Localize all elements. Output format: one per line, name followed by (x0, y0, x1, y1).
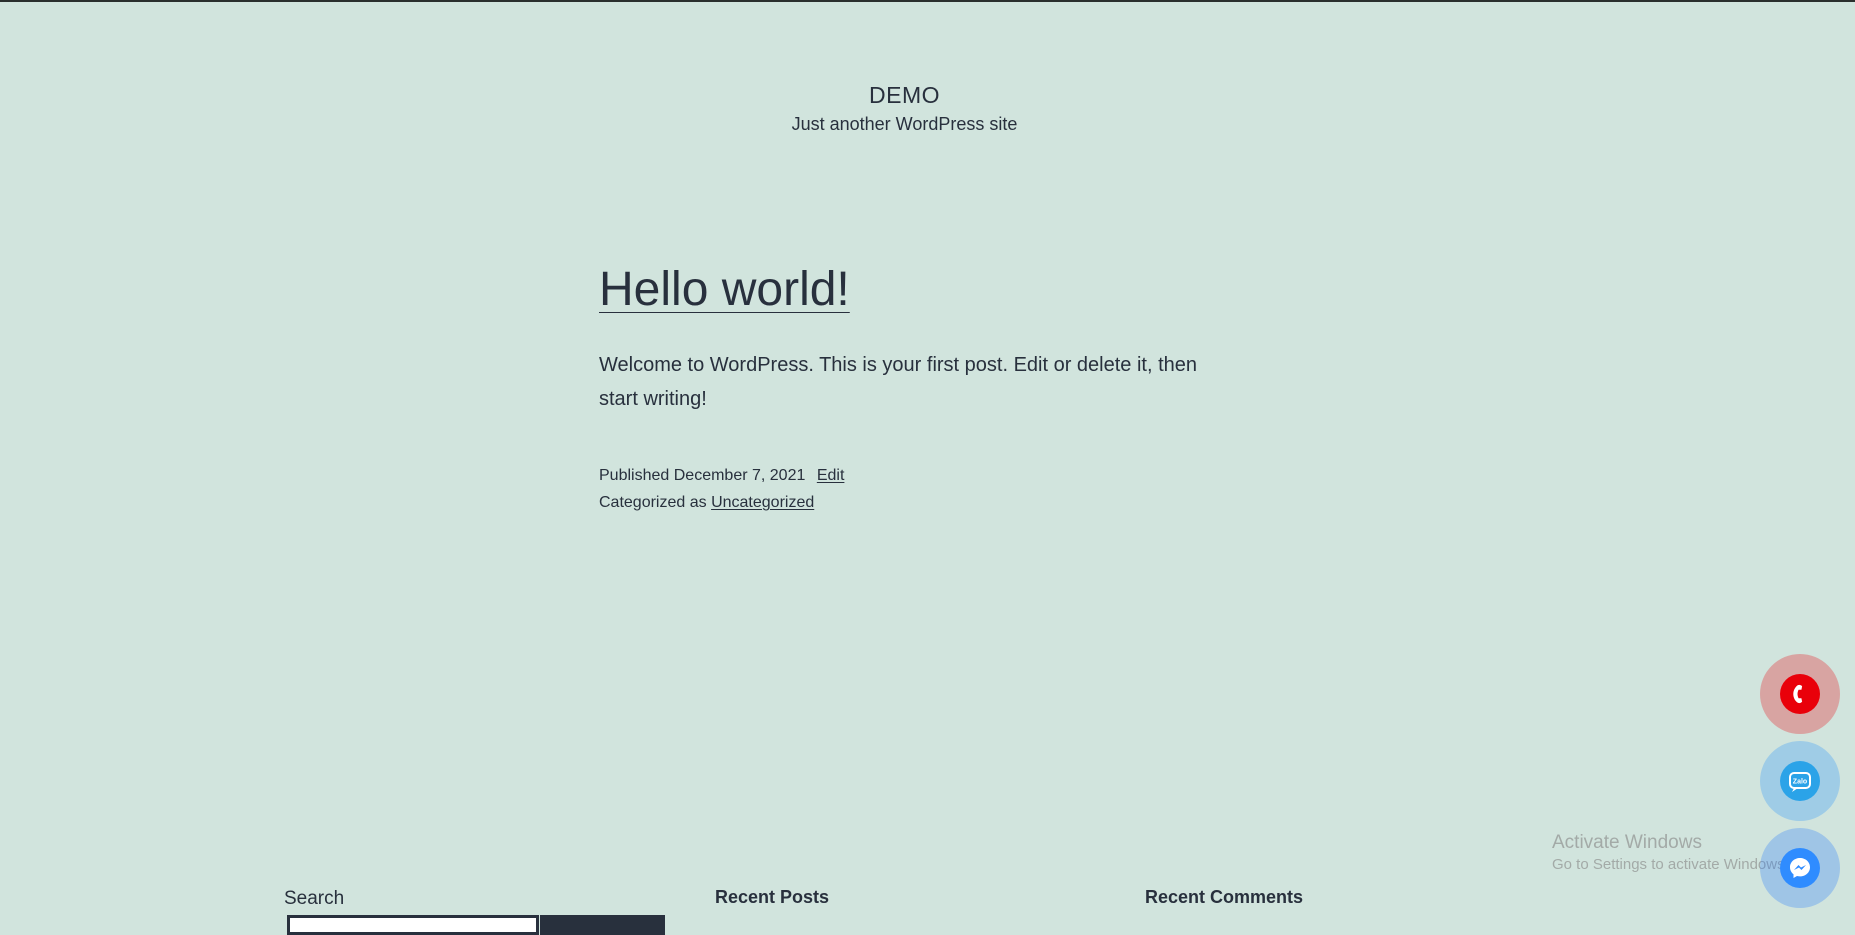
phone-icon (1780, 674, 1820, 714)
zalo-button[interactable]: Zalo (1760, 741, 1840, 821)
edit-link[interactable]: Edit (817, 467, 845, 484)
published-date: December 7, 2021 (673, 467, 806, 484)
recent-posts-heading: Recent Posts (715, 887, 830, 907)
call-button[interactable] (1760, 654, 1840, 734)
published-label: Published (599, 467, 670, 484)
post-article: Hello world! Welcome to WordPress. This … (599, 260, 1219, 516)
messenger-button[interactable] (1760, 828, 1840, 908)
post-meta: Published December 7, 2021 Edit Categori… (599, 462, 1219, 516)
watermark-subtitle: Go to Settings to activate Windows. (1552, 856, 1789, 873)
recent-comments-heading: Recent Comments (1145, 887, 1304, 907)
site-tagline: Just another WordPress site (791, 114, 1018, 134)
window-top-border (0, 0, 1855, 2)
zalo-icon: Zalo (1780, 761, 1820, 801)
search-input[interactable] (287, 915, 539, 935)
categorized-label: Categorized as (599, 494, 707, 511)
search-button[interactable] (540, 915, 665, 935)
site-title[interactable]: DEMO (0, 78, 1809, 112)
windows-activation-watermark: Activate Windows Go to Settings to activ… (1552, 831, 1789, 875)
post-category-line: Categorized as Uncategorized (599, 489, 1219, 516)
messenger-icon (1780, 848, 1820, 888)
post-title-link[interactable]: Hello world! (599, 260, 850, 320)
search-widget-label: Search (284, 888, 345, 909)
post-published-line: Published December 7, 2021 Edit (599, 462, 1219, 489)
site-header: DEMO Just another WordPress site (0, 78, 1809, 136)
category-link[interactable]: Uncategorized (711, 494, 814, 511)
post-content: Welcome to WordPress. This is your first… (599, 354, 1198, 410)
watermark-title: Activate Windows (1552, 832, 1702, 853)
zalo-text: Zalo (1793, 779, 1807, 786)
footer-widgets: Search Recent Posts Recent Comments (0, 886, 1855, 935)
